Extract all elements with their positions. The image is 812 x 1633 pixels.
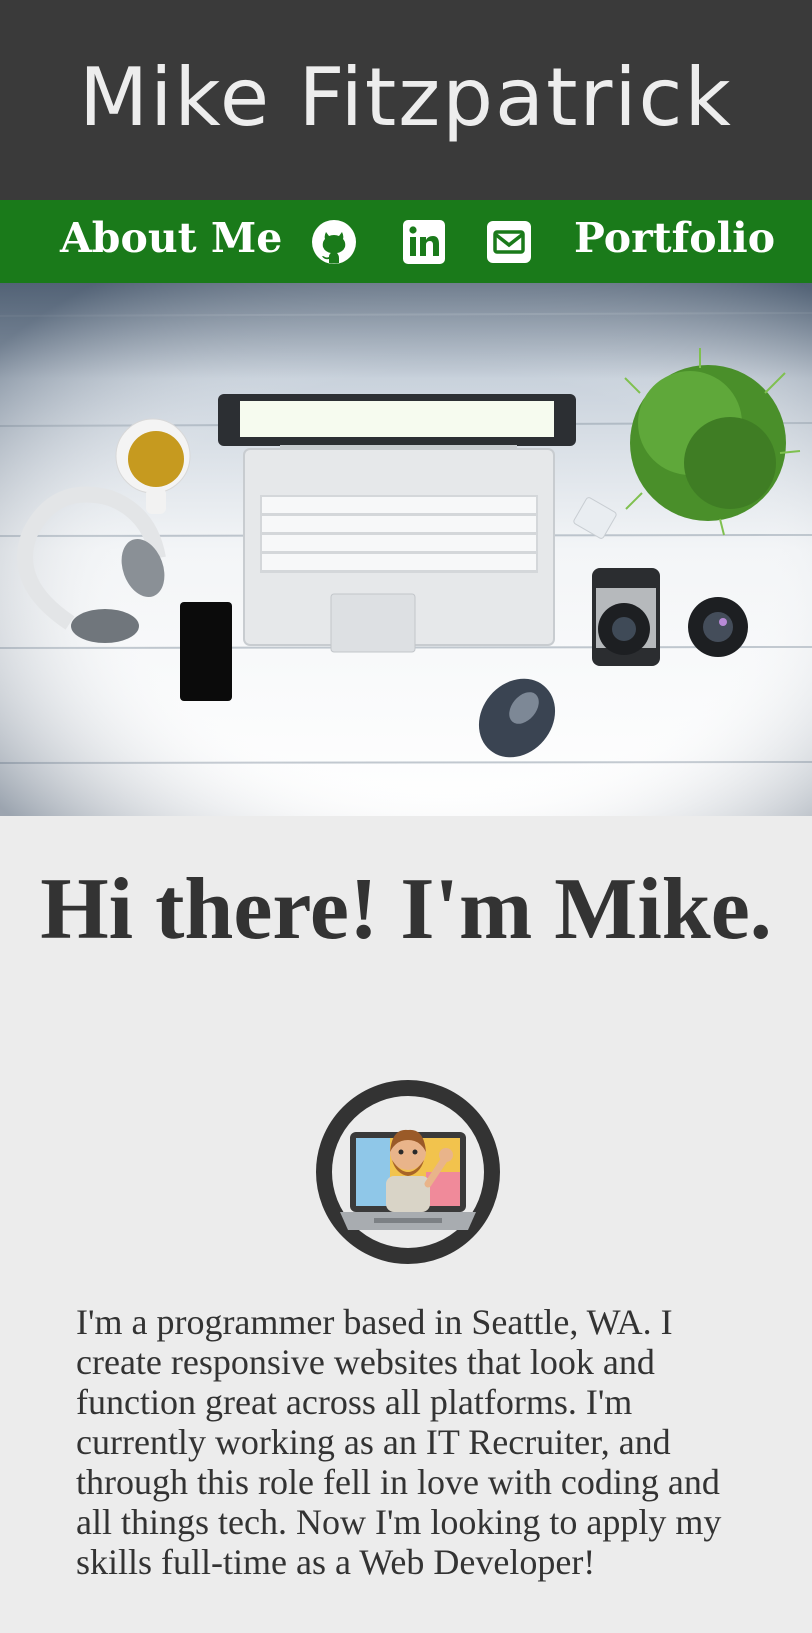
site-header: Mike Fitzpatrick — [0, 0, 812, 200]
nav-portfolio-link[interactable]: Portfolio — [574, 215, 775, 261]
desk-photo — [0, 283, 812, 816]
mail-icon[interactable] — [484, 218, 534, 266]
avatar — [316, 1080, 500, 1264]
bio-paragraph: I'm a programmer based in Seattle, WA. I… — [76, 1302, 722, 1582]
laptop-graphic — [218, 394, 576, 653]
phone-graphic — [180, 602, 232, 701]
github-icon[interactable] — [309, 218, 359, 266]
main-nav: About Me Portfolio — [0, 200, 812, 283]
hero-image — [0, 283, 812, 816]
linkedin-icon[interactable] — [399, 218, 449, 266]
greeting-heading: Hi there! I'm Mike. — [40, 861, 772, 958]
site-title: Mike Fitzpatrick — [79, 51, 733, 144]
nav-about-me-link[interactable]: About Me — [60, 215, 282, 261]
